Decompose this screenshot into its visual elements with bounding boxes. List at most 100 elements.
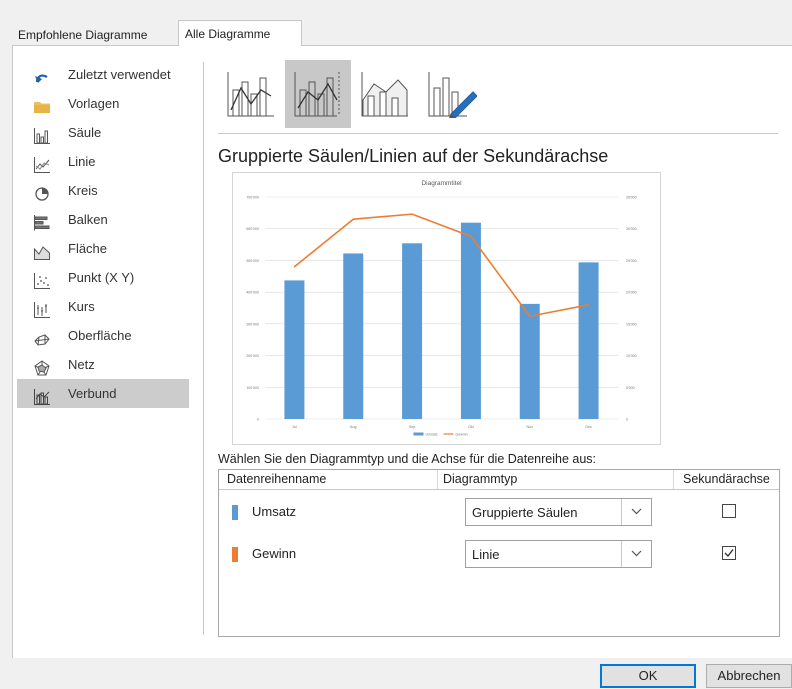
sidebar-item-label: Verbund (68, 386, 117, 401)
series-color-swatch (232, 505, 238, 520)
bar-okt (460, 222, 481, 419)
chart-title: Diagrammtitel (421, 180, 462, 187)
series-instruction: Wählen Sie den Diagrammtyp und die Achse… (218, 452, 596, 466)
x-tick-label: Sep (409, 425, 415, 429)
secondary-axis-checkbox-umsatz[interactable] (722, 504, 736, 518)
sidebar-item-area[interactable]: Fläche (17, 234, 189, 263)
series-table: Datenreihenname Diagrammtyp Sekundärachs… (218, 469, 780, 637)
sidebar-item-surface[interactable]: Oberfläche (17, 321, 189, 350)
series-name: Umsatz (252, 504, 297, 519)
y-tick-label: 0 (257, 418, 259, 422)
sidebar-item-stock[interactable]: Kurs (17, 292, 189, 321)
combo-chart-icon (34, 386, 50, 405)
clustered-column-line-icon (227, 72, 274, 117)
dropdown-button[interactable] (621, 499, 651, 525)
x-tick-label: Aug (350, 425, 356, 429)
sidebar-item-templates[interactable]: Vorlagen (17, 89, 189, 118)
dropdown-button[interactable] (621, 541, 651, 567)
subtype-custom-combination[interactable] (419, 60, 485, 128)
sidebar-item-bar[interactable]: Balken (17, 205, 189, 234)
series-color-swatch (232, 547, 238, 562)
bar-dez (578, 262, 599, 419)
line-series-gewinn (293, 213, 589, 318)
y2-tick-label: 10'000 (626, 354, 637, 358)
y-tick-label: 700'000 (246, 196, 259, 200)
bar-chart-icon (34, 212, 50, 231)
line-point (293, 266, 296, 268)
line-chart-icon (34, 154, 50, 173)
chart-type-dropdown-gewinn[interactable]: Linie (465, 540, 652, 568)
sidebar-item-radar[interactable]: Netz (17, 350, 189, 379)
area-chart-icon (34, 241, 50, 260)
y2-tick-label: 25'000 (626, 259, 637, 263)
chart-preview-svg: Diagrammtitel 0 0 100'000 5'000 200'000 10'000… (246, 180, 637, 437)
sidebar-item-pie[interactable]: Kreis (17, 176, 189, 205)
stacked-area-clustered-column-icon (361, 72, 408, 117)
tab-recommended-charts[interactable]: Empfohlene Diagramme (12, 24, 178, 46)
sidebar-divider (203, 62, 204, 635)
line-point (529, 315, 531, 317)
sidebar-item-column[interactable]: Säule (17, 118, 189, 147)
column-chart-icon (34, 125, 50, 144)
sidebar-item-label: Zuletzt verwendet (68, 67, 171, 82)
y2-tick-label: 20'000 (626, 291, 637, 295)
series-table-header: Datenreihenname Diagrammtyp Sekundärachs… (219, 470, 779, 490)
bar-sep (402, 243, 423, 419)
dropdown-value: Gruppierte Säulen (472, 505, 578, 520)
line-point (352, 218, 354, 220)
sidebar-item-label: Fläche (68, 241, 108, 256)
y-tick-label: 400'000 (246, 291, 259, 295)
column-header-chart-type: Diagrammtyp (443, 472, 518, 486)
tab-all-charts[interactable]: Alle Diagramme (178, 20, 302, 46)
checkmark-icon (724, 549, 734, 558)
sidebar-item-label: Vorlagen (68, 96, 120, 111)
chart-type-title: Gruppierte Säulen/Linien auf der Sekundä… (218, 146, 609, 166)
chevron-down-icon (631, 508, 642, 515)
sidebar-item-recent[interactable]: Zuletzt verwendet (17, 60, 189, 89)
x-tick-label: Jul (292, 425, 297, 429)
y-tick-label: 600'000 (246, 227, 259, 231)
legend-swatch-umsatz (413, 432, 424, 436)
sidebar-item-label: Kreis (68, 183, 98, 198)
undo-arrow-icon (34, 67, 50, 83)
stock-chart-icon (34, 299, 50, 318)
subtype-clustered-column-line[interactable] (218, 60, 284, 128)
x-tick-label: Okt (468, 425, 474, 429)
series-name: Gewinn (252, 546, 297, 561)
ok-button[interactable]: OK (600, 664, 696, 688)
sidebar-item-line[interactable]: Linie (17, 147, 189, 176)
y-tick-label: 300'000 (246, 322, 259, 326)
folder-icon (34, 96, 50, 113)
line-point (587, 304, 590, 306)
chevron-down-icon (631, 550, 642, 557)
sidebar-item-combo[interactable]: Verbund (17, 379, 189, 408)
pie-chart-icon (34, 183, 50, 201)
column-divider (437, 470, 438, 489)
sidebar-item-label: Netz (68, 357, 95, 372)
subtype-clustered-column-line-secondary-axis[interactable] (285, 60, 351, 128)
y-tick-label: 200'000 (246, 354, 259, 358)
subtype-stacked-area-clustered-column[interactable] (352, 60, 418, 128)
legend-label-umsatz: Umsatz (426, 433, 438, 437)
y-tick-label: 500'000 (246, 259, 259, 263)
sidebar-item-scatter[interactable]: Punkt (X Y) (17, 263, 189, 292)
surface-chart-icon (34, 328, 50, 346)
column-divider (673, 470, 674, 489)
x-tick-label: Dez (585, 425, 592, 429)
line-point (411, 213, 413, 215)
cancel-button[interactable]: Abbrechen (706, 664, 792, 688)
scatter-chart-icon (34, 270, 50, 289)
line-point (470, 235, 472, 237)
chart-category-list: Zuletzt verwendet Vorlagen Säule Linie K… (17, 60, 189, 408)
radar-chart-icon (34, 357, 50, 376)
bar-aug (343, 253, 364, 419)
bar-nov (519, 303, 540, 419)
series-row-umsatz: Umsatz Gruppierte Säulen (219, 492, 779, 532)
chart-type-dropdown-umsatz[interactable]: Gruppierte Säulen (465, 498, 652, 526)
secondary-axis-checkbox-gewinn[interactable] (722, 546, 736, 560)
clustered-column-line-secondary-axis-icon (294, 72, 340, 117)
y2-tick-label: 5'000 (626, 386, 635, 390)
chart-preview: Diagrammtitel 0 0 100'000 5'000 200'000 10'000… (232, 172, 661, 445)
y2-tick-label: 30'000 (626, 227, 637, 231)
column-header-secondary-axis: Sekundärachse (683, 472, 770, 486)
